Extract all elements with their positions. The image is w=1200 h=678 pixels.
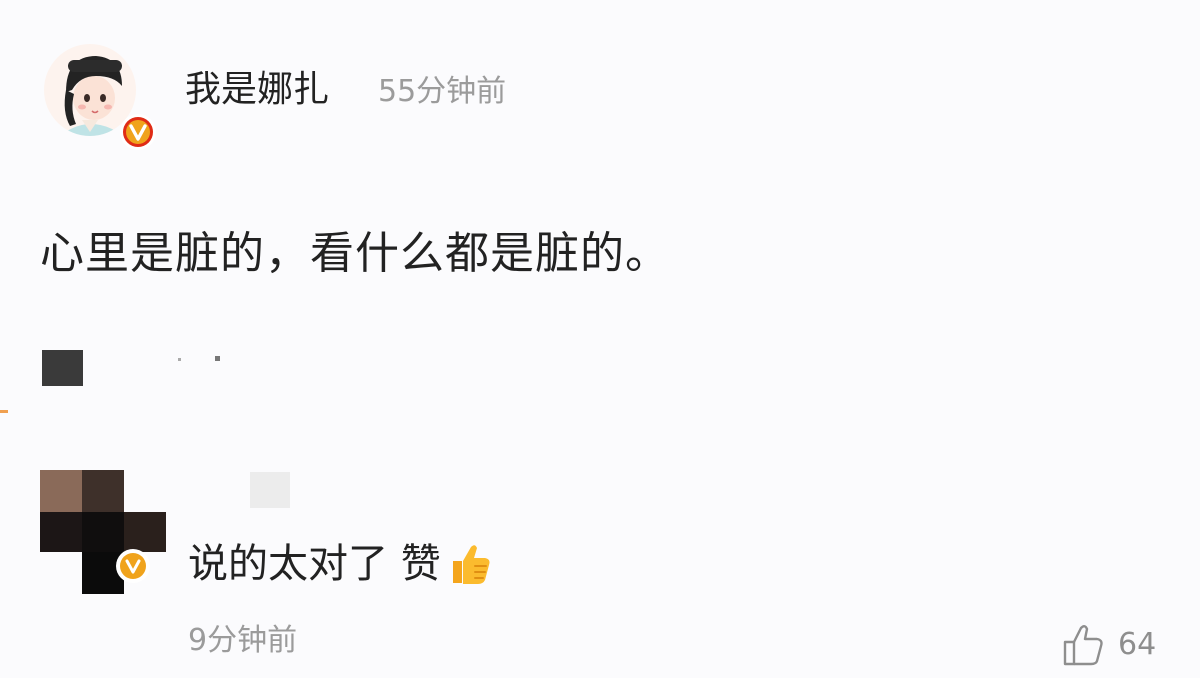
reply-text: 说的太对了 赞 — [188, 541, 441, 587]
censored-speck — [178, 358, 181, 361]
reply-text-row: 说的太对了 赞 — [188, 534, 495, 594]
comment-text: 心里是脏的，看什么都是脏的。 — [40, 228, 670, 279]
decorative-fleck — [0, 410, 8, 413]
reply-avatar[interactable] — [40, 470, 166, 594]
thumbs-up-emoji-icon — [452, 545, 490, 584]
censored-block — [250, 472, 290, 508]
like-button[interactable]: 64 — [1060, 620, 1180, 670]
like-count: 64 — [1118, 627, 1157, 662]
user-avatar[interactable] — [40, 40, 158, 158]
censored-speck — [215, 356, 220, 361]
censored-block — [42, 350, 83, 386]
username[interactable]: 我是娜扎 — [185, 66, 329, 114]
reply-timestamp: 9分钟前 — [188, 623, 298, 658]
verified-badge-icon — [120, 114, 156, 150]
thumbs-up-icon — [1063, 625, 1103, 666]
post-timestamp: 55分钟前 — [378, 74, 507, 109]
reply-verified-icon — [116, 549, 150, 583]
